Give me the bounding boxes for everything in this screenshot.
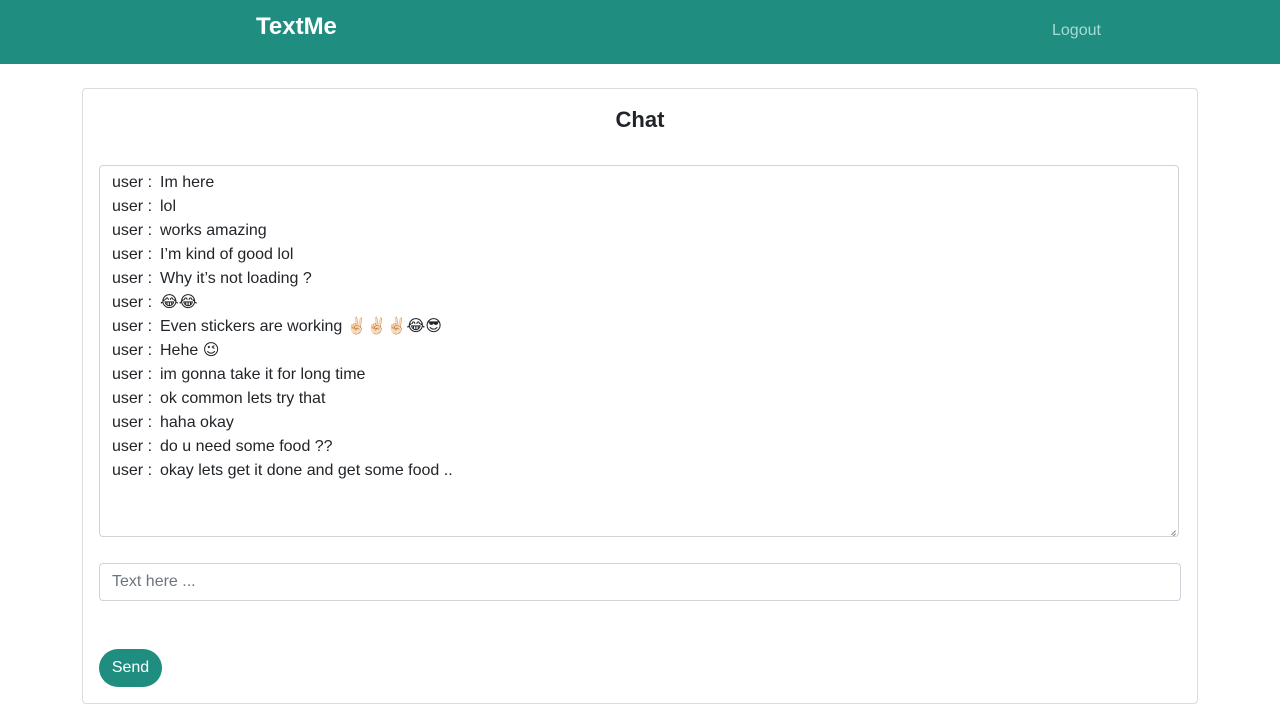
chat-message: user : Hehe 😉 xyxy=(112,339,1166,363)
message-user: user : xyxy=(112,246,153,263)
chat-message: user : im gonna take it for long time xyxy=(112,363,1166,387)
chat-message: user : Im here xyxy=(112,171,1166,195)
message-text: Why it’s not loading ? xyxy=(160,270,312,287)
message-user: user : xyxy=(112,390,153,407)
message-user: user : xyxy=(112,198,153,215)
chat-card: Chat user : Im here user : lol user : works… xyxy=(82,88,1198,704)
chat-message: user : Even stickers are working ✌🏻✌🏻✌🏻😂😎 xyxy=(112,315,1166,339)
message-user: user : xyxy=(112,270,153,287)
chat-message: user : ok common lets try that xyxy=(112,387,1166,411)
chat-message: user : Why it’s not loading ? xyxy=(112,267,1166,291)
message-text: im gonna take it for long time xyxy=(160,366,366,383)
chat-message: user : I’m kind of good lol xyxy=(112,243,1166,267)
message-input[interactable] xyxy=(99,563,1181,601)
message-text: 😂😂 xyxy=(160,294,198,311)
message-text: haha okay xyxy=(160,414,234,431)
message-text: Even stickers are working ✌🏻✌🏻✌🏻😂😎 xyxy=(160,318,442,335)
chat-title: Chat xyxy=(615,107,665,132)
chat-message: user : okay lets get it done and get some… xyxy=(112,459,1166,483)
message-text: works amazing xyxy=(160,222,267,239)
chat-message: user : do u need some food ?? xyxy=(112,435,1166,459)
message-text: Hehe 😉 xyxy=(160,342,220,359)
message-user: user : xyxy=(112,222,153,239)
message-text: do u need some food ?? xyxy=(160,438,333,455)
send-button[interactable]: Send xyxy=(99,649,162,687)
message-user: user : xyxy=(112,438,153,455)
message-user: user : xyxy=(112,414,153,431)
logout-link[interactable]: Logout xyxy=(1052,21,1101,41)
chat-message: user : works amazing xyxy=(112,219,1166,243)
message-text: ok common lets try that xyxy=(160,390,326,407)
message-text: Im here xyxy=(160,174,215,191)
chat-message: user : 😂😂 xyxy=(112,291,1166,315)
brand-logo[interactable]: TextMe xyxy=(256,12,337,42)
message-user: user : xyxy=(112,366,153,383)
message-user: user : xyxy=(112,462,153,479)
message-user: user : xyxy=(112,294,153,311)
chat-message: user : haha okay xyxy=(112,411,1166,435)
resize-handle-icon[interactable] xyxy=(1168,526,1176,534)
message-text: I’m kind of good lol xyxy=(160,246,294,263)
message-user: user : xyxy=(112,342,153,359)
chat-log[interactable]: user : Im here user : lol user : works amaz… xyxy=(99,165,1179,537)
navbar: TextMe Logout xyxy=(0,0,1280,64)
message-user: user : xyxy=(112,174,153,191)
message-user: user : xyxy=(112,318,153,335)
message-text: okay lets get it done and get some food … xyxy=(160,462,453,479)
chat-message: user : lol xyxy=(112,195,1166,219)
message-text: lol xyxy=(160,198,177,215)
